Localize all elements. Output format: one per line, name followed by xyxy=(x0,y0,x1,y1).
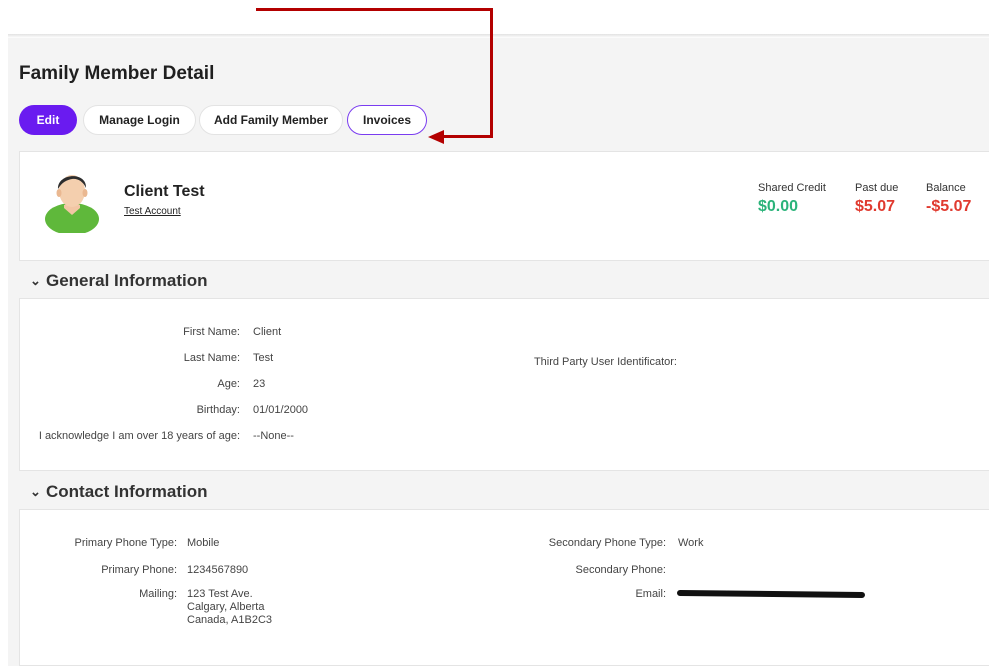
birthday-value: 01/01/2000 xyxy=(253,404,309,416)
first-name-value: Client xyxy=(253,326,282,338)
last-name-value: Test xyxy=(253,352,274,364)
add-family-member-button[interactable]: Add Family Member xyxy=(199,105,343,135)
primary-phone-type-label: Primary Phone Type: xyxy=(74,537,177,549)
shared-credit-label: Shared Credit xyxy=(758,182,826,194)
primary-phone-value: 1234567890 xyxy=(187,564,249,576)
shared-credit-value: $0.00 xyxy=(758,198,799,215)
invoices-button[interactable]: Invoices xyxy=(347,105,427,135)
mailing-label: Mailing: xyxy=(139,588,177,600)
balance-label: Balance xyxy=(926,182,966,194)
mailing-line-1: 123 Test Ave. xyxy=(187,588,253,600)
general-information-header[interactable]: ⌄ General Information xyxy=(30,271,208,291)
general-information-heading: General Information xyxy=(46,271,208,290)
secondary-phone-type-label: Secondary Phone Type: xyxy=(548,537,666,549)
primary-phone-type-value: Mobile xyxy=(187,537,220,549)
annotation-arrow-bottom xyxy=(442,135,493,138)
third-party-identificator-label: Third Party User Identificator: xyxy=(533,356,677,368)
manage-login-button[interactable]: Manage Login xyxy=(83,105,196,135)
email-label: Email: xyxy=(635,588,666,600)
primary-phone-label: Primary Phone: xyxy=(101,564,177,576)
age-acknowledgement-label: I acknowledge I am over 18 years of age: xyxy=(38,430,240,442)
secondary-phone-label: Secondary Phone: xyxy=(575,564,666,576)
account-link[interactable]: Test Account xyxy=(124,206,181,217)
age-value: 23 xyxy=(253,378,266,390)
chevron-down-icon: ⌄ xyxy=(30,484,41,499)
page-title: Family Member Detail xyxy=(19,63,215,84)
user-avatar-icon xyxy=(45,175,99,233)
general-information-card xyxy=(19,298,989,471)
balance-value: -$5.07 xyxy=(926,198,972,215)
mailing-line-3: Canada, A1B2C3 xyxy=(187,614,273,626)
annotation-arrow-vertical xyxy=(490,8,493,138)
birthday-label: Birthday: xyxy=(196,404,240,416)
first-name-label: First Name: xyxy=(183,326,240,338)
past-due-value: $5.07 xyxy=(855,198,896,215)
secondary-phone-type-value: Work xyxy=(678,537,704,549)
past-due-label: Past due xyxy=(855,182,899,194)
top-bar xyxy=(0,0,989,36)
contact-information-heading: Contact Information xyxy=(46,482,208,501)
annotation-arrow-top xyxy=(256,8,492,11)
annotation-arrowhead-icon xyxy=(428,130,444,144)
last-name-label: Last Name: xyxy=(183,352,240,364)
age-label: Age: xyxy=(217,378,240,390)
contact-information-header[interactable]: ⌄ Contact Information xyxy=(30,482,208,502)
age-acknowledgement-value: --None-- xyxy=(253,430,294,442)
mailing-line-2: Calgary, Alberta xyxy=(187,601,265,613)
edit-button[interactable]: Edit xyxy=(19,105,77,135)
chevron-down-icon: ⌄ xyxy=(30,273,41,288)
member-name: Client Test xyxy=(124,183,205,200)
